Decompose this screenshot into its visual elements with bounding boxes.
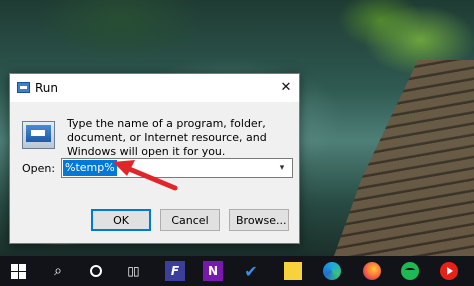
taskbar-app-todo[interactable]: ✔ — [239, 259, 263, 283]
dialog-titlebar[interactable]: Run ✕ — [10, 74, 299, 102]
sticky-notes-icon — [284, 262, 302, 280]
taskbar-app-sticky-notes[interactable] — [281, 259, 305, 283]
taskbar-app-edge[interactable] — [320, 259, 344, 283]
dialog-description: Type the name of a program, folder, docu… — [67, 117, 267, 158]
task-view-icon: ▯▯ — [127, 264, 139, 278]
windows-start-icon — [10, 263, 26, 279]
run-large-icon — [22, 121, 55, 149]
edge-icon — [323, 262, 341, 280]
todo-icon: ✔ — [244, 261, 258, 281]
start-button[interactable] — [6, 259, 30, 283]
firefox-icon — [363, 262, 381, 280]
spotify-icon — [401, 262, 419, 280]
red-pointer-arrow-annotation — [113, 160, 178, 191]
close-button[interactable]: ✕ — [277, 79, 295, 97]
run-app-icon — [17, 82, 30, 93]
search-icon: ⌕ — [54, 263, 62, 279]
onenote-icon: N — [203, 261, 223, 281]
youtube-icon — [440, 262, 458, 280]
taskbar-app-f[interactable]: F — [163, 259, 187, 283]
taskbar-app-spotify[interactable] — [398, 259, 422, 283]
search-button[interactable]: ⌕ — [46, 259, 70, 283]
chevron-down-icon[interactable]: ▾ — [275, 161, 289, 175]
run-dialog: Run ✕ Type the name of a program, folder… — [9, 73, 300, 244]
f-app-icon: F — [165, 261, 185, 281]
cortana-button[interactable] — [84, 259, 108, 283]
dialog-title: Run — [35, 81, 59, 95]
taskbar-app-firefox[interactable] — [360, 259, 384, 283]
taskbar-app-youtube[interactable] — [437, 259, 461, 283]
task-view-button[interactable]: ▯▯ — [121, 259, 145, 283]
wallpaper-boardwalk — [334, 60, 474, 256]
cancel-button[interactable]: Cancel — [160, 209, 220, 231]
open-label: Open: — [22, 162, 56, 175]
cortana-icon — [90, 265, 102, 277]
taskbar: ⌕ ▯▯ F N ✔ — [0, 256, 474, 286]
browse-button[interactable]: Browse... — [229, 209, 289, 231]
ok-button[interactable]: OK — [91, 209, 151, 231]
taskbar-app-onenote[interactable]: N — [201, 259, 225, 283]
